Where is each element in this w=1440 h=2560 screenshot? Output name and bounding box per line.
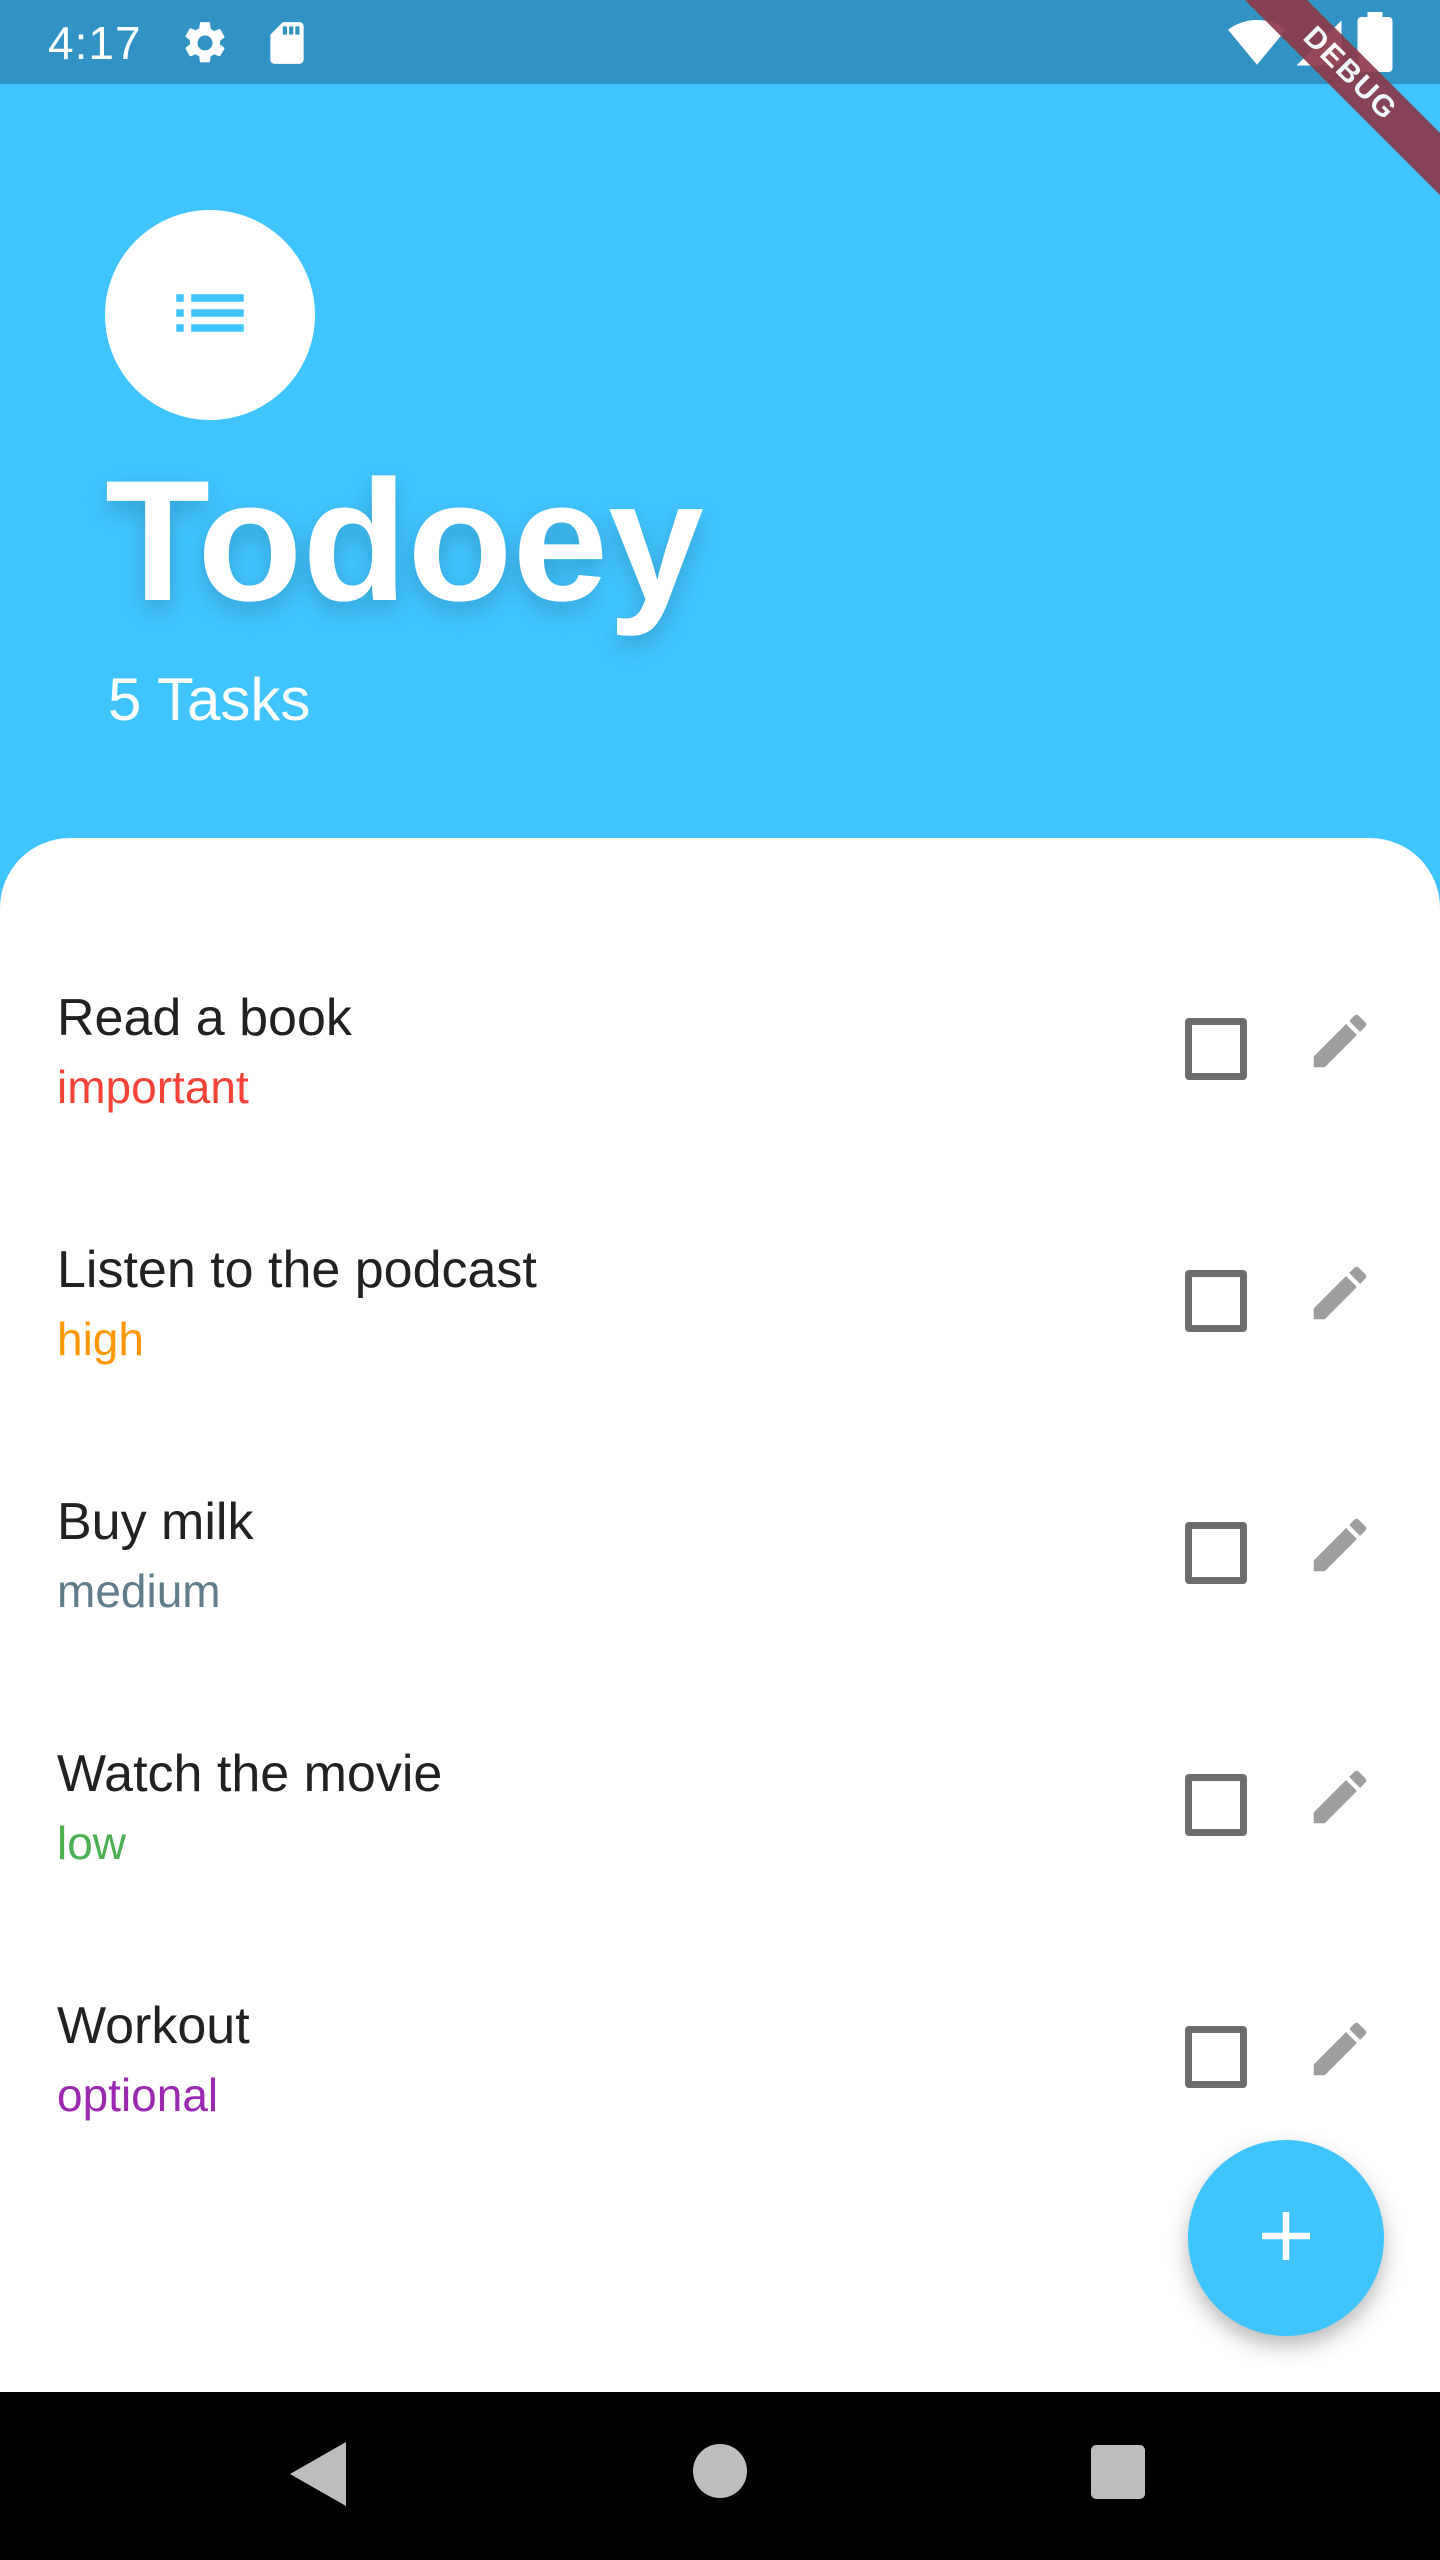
app-screen: 4:17 DEBUG Todoey 5 Tasks Read a book im… [0, 0, 1440, 2560]
task-title: Workout [57, 1997, 250, 2055]
edit-icon[interactable] [1305, 1258, 1375, 1328]
edit-icon[interactable] [1305, 1006, 1375, 1076]
task-priority: medium [57, 1565, 221, 1617]
task-checkbox[interactable] [1185, 1270, 1247, 1332]
task-title: Buy milk [57, 1493, 254, 1551]
sd-card-icon [262, 18, 312, 73]
settings-icon [180, 18, 230, 73]
home-icon[interactable] [693, 2444, 747, 2503]
task-list: Read a book important Listen to the podc… [0, 838, 1440, 2392]
task-checkbox[interactable] [1185, 1018, 1247, 1080]
task-checkbox[interactable] [1185, 1774, 1247, 1836]
add-task-button[interactable] [1188, 2140, 1384, 2336]
edit-icon[interactable] [1305, 2014, 1375, 2084]
task-item[interactable]: Watch the movie low [0, 1744, 1440, 1944]
back-icon[interactable] [290, 2442, 346, 2511]
task-priority: important [57, 1061, 249, 1113]
plus-icon [1254, 2204, 1318, 2273]
task-title: Watch the movie [57, 1745, 443, 1803]
app-logo [105, 210, 315, 420]
app-title: Todoey [105, 445, 704, 637]
task-priority: low [57, 1817, 127, 1869]
status-time: 4:17 [48, 17, 142, 69]
status-bar: 4:17 [0, 0, 1440, 84]
task-priority: optional [57, 2069, 219, 2121]
task-title: Read a book [57, 989, 352, 1047]
task-count: 5 Tasks [108, 666, 311, 733]
task-item[interactable]: Buy milk medium [0, 1492, 1440, 1692]
edit-icon[interactable] [1305, 1510, 1375, 1580]
navigation-bar [0, 2392, 1440, 2560]
list-icon [165, 268, 255, 363]
task-checkbox[interactable] [1185, 1522, 1247, 1584]
recents-icon[interactable] [1091, 2445, 1145, 2504]
task-priority: high [57, 1313, 144, 1365]
task-item[interactable]: Read a book important [0, 988, 1440, 1188]
edit-icon[interactable] [1305, 1762, 1375, 1832]
task-title: Listen to the podcast [57, 1241, 537, 1299]
task-item[interactable]: Listen to the podcast high [0, 1240, 1440, 1440]
task-checkbox[interactable] [1185, 2026, 1247, 2088]
